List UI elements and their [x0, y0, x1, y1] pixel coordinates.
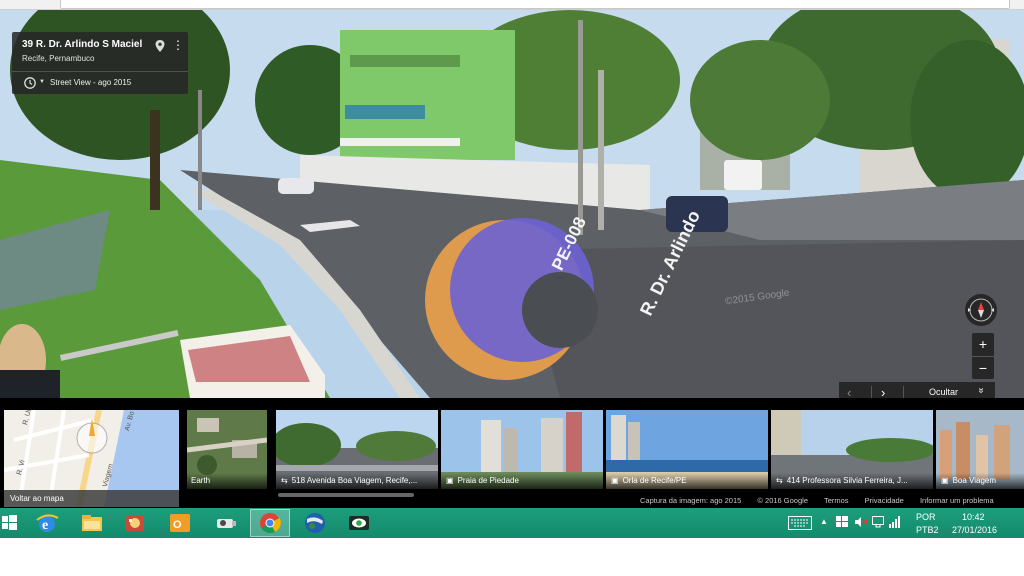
photo-icon: ▣: [941, 476, 949, 485]
address-bar[interactable]: [60, 0, 1010, 9]
thumbnail-caption: ⇆ 414 Professora Silvia Ferreira, J...: [771, 473, 933, 489]
google-earth-icon[interactable]: [302, 510, 328, 536]
street-view-date: Street View - ago 2015: [50, 78, 132, 87]
clock-date[interactable]: 27/01/2016: [952, 525, 997, 535]
next-arrow-icon[interactable]: ›: [881, 385, 885, 398]
volume-muted-icon[interactable]: [854, 516, 868, 530]
address-subtitle: Recife, Pernambuco: [22, 54, 95, 63]
chevron-down-icon[interactable]: ▼: [39, 79, 45, 85]
address-card: 39 R. Dr. Arlindo S Maciel Recife, Perna…: [12, 32, 188, 94]
camera-app-icon[interactable]: [213, 510, 239, 536]
system-tray: ▲ POR PTB2 10:42 27/01/2016: [786, 508, 1024, 538]
history-clock-icon[interactable]: [23, 76, 37, 90]
filmstrip-nav-bar: ‹ › Ocultar »: [839, 382, 995, 398]
collapse-chevron-icon[interactable]: »: [975, 388, 986, 394]
mini-map-thumbnail[interactable]: R. Ulisses Mont. Av. Bo Viagem R. Vi Vol…: [4, 410, 179, 507]
back-to-map-button[interactable]: Voltar ao mapa: [4, 490, 179, 507]
hide-filmstrip-button[interactable]: Ocultar: [929, 387, 958, 397]
thumbnail-photo-orla[interactable]: ▣ Orla de Recife/PE: [606, 410, 768, 489]
map-footer: Captura da imagem: ago 2015 © 2016 Googl…: [640, 496, 1008, 507]
filmstrip-scrollbar[interactable]: [278, 493, 414, 497]
report-problem-link[interactable]: Informar um problema: [920, 496, 994, 505]
copyright: © 2016 Google: [757, 496, 808, 505]
previous-arrow-icon[interactable]: ‹: [847, 385, 851, 398]
keyboard-icon[interactable]: [788, 516, 812, 532]
address-title: 39 R. Dr. Arlindo S Maciel: [22, 39, 143, 50]
office-app-icon[interactable]: O: [167, 510, 193, 536]
keyboard-layout[interactable]: PTB2: [916, 525, 939, 535]
tray-expand-icon[interactable]: ▲: [820, 517, 828, 526]
zoom-out-button[interactable]: −: [972, 356, 994, 379]
card-divider: [12, 71, 188, 72]
zoom-control: + −: [972, 333, 994, 379]
zoom-in-button[interactable]: +: [972, 333, 994, 355]
thumbnail-caption: ▣ Orla de Recife/PE: [606, 473, 768, 489]
photo-icon: ▣: [446, 476, 454, 485]
thumbnail-photo-boa-viagem[interactable]: ▣ Boa Viagem: [936, 410, 1024, 489]
media-app-icon[interactable]: [122, 510, 148, 536]
privacy-link[interactable]: Privacidade: [865, 496, 904, 505]
windows-start-icon[interactable]: [0, 510, 18, 536]
blank-area: [0, 538, 1024, 576]
svg-text:e: e: [42, 518, 48, 533]
location-pin-icon[interactable]: [153, 39, 167, 53]
thumbnail-caption: ▣ Praia de Piedade: [441, 473, 603, 489]
thumbnail-photo-piedade[interactable]: ▣ Praia de Piedade: [441, 410, 603, 489]
streetview-arrows-icon: ⇆: [281, 476, 288, 485]
thumbnail-earth[interactable]: Earth: [187, 410, 267, 489]
windows-taskbar: e O ▲ POR PTB2 10:42 27/01/2016: [0, 508, 1024, 538]
windows-flag-icon[interactable]: [836, 516, 848, 530]
photo-icon: ▣: [611, 476, 619, 485]
imagery-filmstrip: R. Ulisses Mont. Av. Bo Viagem R. Vi Vol…: [0, 398, 1024, 508]
input-language[interactable]: POR: [916, 512, 936, 522]
thumbnail-caption: ▣ Boa Viagem: [936, 473, 1024, 489]
thumbnail-street-view-2[interactable]: ⇆ 414 Professora Silvia Ferreira, J...: [771, 410, 933, 489]
thumbnail-caption: ⇆ 518 Avenida Boa Viagem, Recife,...: [276, 473, 438, 489]
svg-text:O: O: [173, 519, 182, 531]
streetview-arrows-icon: ⇆: [776, 476, 783, 485]
street-view-panorama[interactable]: PE-008 R. Dr. Arlindo ©2015 Google 39 R.…: [0, 10, 1024, 398]
file-explorer-icon[interactable]: [79, 510, 105, 536]
compass-button[interactable]: [965, 294, 997, 326]
internet-explorer-icon[interactable]: e: [34, 510, 60, 536]
compass-icon: [968, 298, 994, 322]
eye-app-icon[interactable]: [346, 510, 372, 536]
network-icon[interactable]: [889, 516, 901, 530]
terms-link[interactable]: Termos: [824, 496, 849, 505]
thumbnail-street-view-1[interactable]: ⇆ 518 Avenida Boa Viagem, Recife,...: [276, 410, 438, 489]
clock-time[interactable]: 10:42: [962, 512, 985, 522]
nav-divider: [871, 386, 872, 398]
capture-date: Captura da imagem: ago 2015: [640, 496, 742, 505]
more-options-icon[interactable]: ⋮: [172, 38, 184, 54]
chrome-icon[interactable]: [250, 509, 290, 537]
nav-divider: [903, 386, 904, 398]
browser-url-strip: [0, 0, 1024, 10]
action-center-icon[interactable]: [872, 516, 884, 530]
thumbnail-caption: Earth: [187, 473, 267, 489]
